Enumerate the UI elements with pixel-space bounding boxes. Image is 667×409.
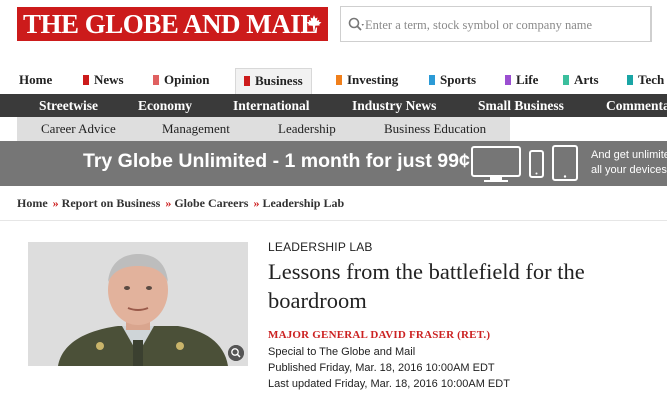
search-icon[interactable] [347, 16, 365, 34]
article-byline[interactable]: MAJOR GENERAL DAVID FRASER (RET.) [268, 329, 490, 341]
section-color-mark [336, 75, 342, 85]
breadcrumb-home[interactable]: Home [17, 196, 48, 210]
breadcrumb: Home» Report on Business» Globe Careers» Le… [17, 196, 344, 211]
breadcrumb-globe-careers[interactable]: Globe Careers [174, 196, 248, 210]
section-label: Arts [574, 72, 599, 87]
section-label: Life [516, 72, 539, 87]
section-color-mark [429, 75, 435, 85]
divider [0, 220, 667, 221]
section-home[interactable]: Home [19, 68, 52, 94]
maple-leaf-icon [306, 15, 322, 31]
article-published: Published Friday, Mar. 18, 2016 10:00AM … [268, 362, 495, 374]
promo-headline: Try Globe Unlimited - 1 month for just 9… [83, 150, 470, 172]
search-box [340, 6, 652, 42]
section-news[interactable]: News [83, 68, 124, 94]
author-portrait-illustration [28, 242, 248, 366]
breadcrumb-separator: » [253, 196, 260, 210]
zoom-icon[interactable] [228, 345, 244, 361]
section-business[interactable]: Business [235, 68, 312, 94]
section-label: Business [255, 73, 303, 88]
section-sports[interactable]: Sports [429, 68, 476, 94]
article-kicker[interactable]: LEADERSHIP LAB [268, 240, 373, 254]
breadcrumb-separator: » [165, 196, 172, 210]
tertiary-leadership[interactable]: Leadership [278, 117, 336, 141]
devices-icon [471, 145, 578, 182]
section-life[interactable]: Life [505, 68, 538, 94]
search-divider [650, 6, 651, 42]
subnav-commentary[interactable]: Commentary [606, 94, 667, 117]
breadcrumb-separator: » [52, 196, 59, 210]
promo-extra-text: And get unlimited all your devices [591, 148, 667, 178]
section-label: Sports [440, 72, 477, 87]
site-logo-text: THE GLOBE AND MAIL [23, 9, 318, 39]
search-input[interactable] [365, 15, 645, 35]
section-color-mark [153, 75, 159, 85]
section-label: News [94, 72, 124, 87]
subnav-international[interactable]: International [233, 94, 310, 117]
article-updated: Last updated Friday, Mar. 18, 2016 10:00… [268, 378, 510, 390]
section-color-mark [627, 75, 633, 85]
section-label: Home [19, 72, 53, 87]
site-logo[interactable]: THE GLOBE AND MAIL [17, 7, 328, 41]
promo-extra-line: all your devices [591, 164, 667, 176]
breadcrumb-leadership-lab[interactable]: Leadership Lab [262, 196, 344, 210]
tertiary-career-advice[interactable]: Career Advice [41, 117, 116, 141]
tertiary-business-education[interactable]: Business Education [384, 117, 486, 141]
section-label: Opinion [164, 72, 210, 87]
section-color-mark [563, 75, 569, 85]
section-nav: Home News Opinion Business Investing Spo… [0, 68, 667, 94]
subnav-small-business[interactable]: Small Business [478, 94, 564, 117]
section-arts[interactable]: Arts [563, 68, 599, 94]
subnav-industry-news[interactable]: Industry News [352, 94, 436, 117]
article-source: Special to The Globe and Mail [268, 346, 416, 358]
article-photo[interactable] [28, 242, 248, 366]
section-investing[interactable]: Investing [336, 68, 398, 94]
careers-subnav: Career Advice Management Leadership Busi… [17, 117, 510, 141]
article-title: Lessons from the battlefield for the boa… [268, 259, 585, 313]
subnav-streetwise[interactable]: Streetwise [39, 94, 98, 117]
breadcrumb-report-on-business[interactable]: Report on Business [62, 196, 161, 210]
promo-extra-line: And get unlimited [591, 149, 667, 161]
tertiary-management[interactable]: Management [162, 117, 230, 141]
subnav-economy[interactable]: Economy [138, 94, 192, 117]
section-label: Investing [347, 72, 399, 87]
business-subnav: Streetwise Economy International Industr… [0, 94, 667, 117]
subscription-promo-banner[interactable]: Try Globe Unlimited - 1 month for just 9… [0, 141, 667, 186]
section-color-mark [505, 75, 511, 85]
section-opinion[interactable]: Opinion [153, 68, 210, 94]
section-tech[interactable]: Tech [627, 68, 664, 94]
section-color-mark [83, 75, 89, 85]
section-label: Tech [638, 72, 665, 87]
section-color-mark [244, 76, 250, 86]
